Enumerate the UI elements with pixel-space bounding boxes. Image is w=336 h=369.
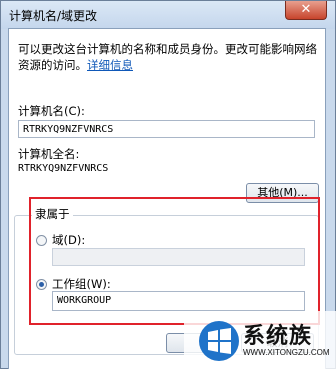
computer-name-field[interactable]: RTRKYQ9NZFVNRCS [18, 120, 315, 138]
full-name-label: 计算机全名: [18, 147, 80, 161]
windows-logo-icon [199, 321, 239, 361]
red-highlight-box [29, 197, 320, 325]
computer-name-label: 计算机名(C): [18, 104, 85, 118]
full-name-value: RTRKYQ9NZFVNRCS [18, 163, 109, 174]
watermark-url: WWW.XITONGZU.COM [243, 348, 330, 357]
close-button[interactable]: ✕ [285, 1, 327, 20]
title-bar: 计算机名/域更改 ✕ [1, 1, 335, 29]
close-icon: ✕ [300, 2, 312, 17]
window-title: 计算机名/域更改 [9, 9, 98, 23]
intro-text: 可以更改这台计算机的名称和成员身份。更改可能影响网络资源的访问。详细信息 [18, 42, 317, 72]
details-link[interactable]: 详细信息 [87, 58, 133, 72]
watermark-brand: 系统族 [243, 324, 313, 349]
